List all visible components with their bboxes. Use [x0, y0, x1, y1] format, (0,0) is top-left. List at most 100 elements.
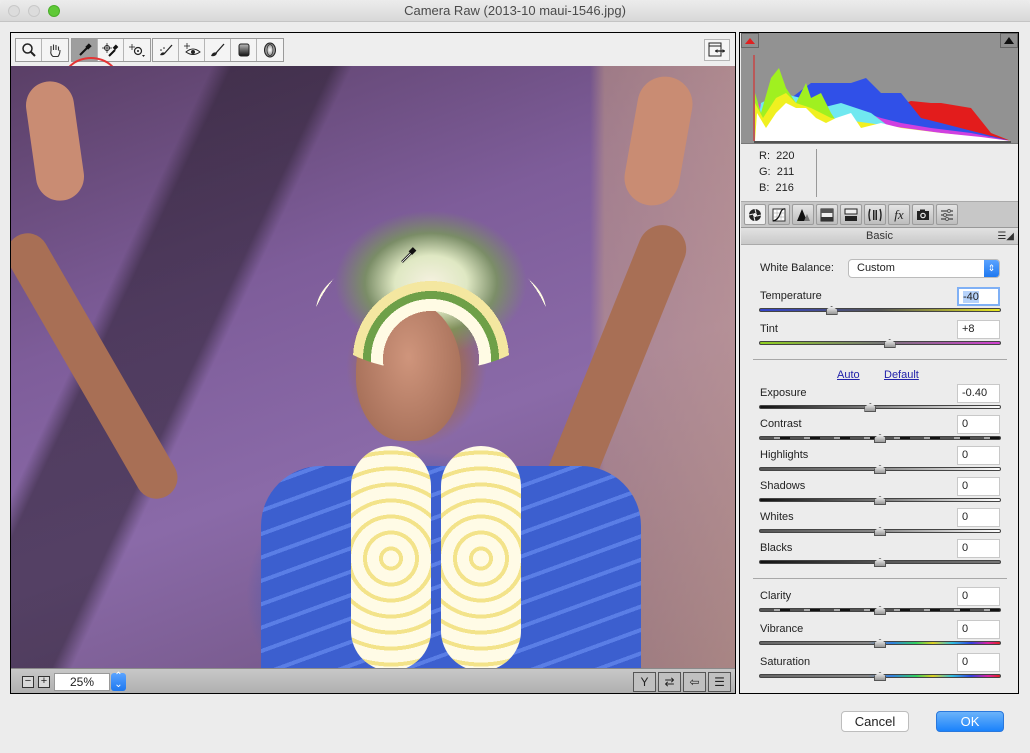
photo-left-forearm: [11, 225, 186, 507]
histogram-graph: [753, 55, 1011, 143]
radial-filter-icon: [264, 42, 276, 58]
white-balance-label: White Balance:: [760, 262, 834, 274]
zoom-level-dropdown[interactable]: ⌃ ⌄: [111, 672, 126, 691]
tool-bar: [11, 33, 735, 66]
before-after-icon: Y: [640, 675, 649, 689]
spot-removal-tool[interactable]: [153, 39, 179, 61]
target-adjust-icon: [129, 44, 145, 57]
photo-lei-right: [441, 446, 521, 668]
copy-after-to-before-button[interactable]: ⇦: [683, 672, 706, 692]
photo-preview[interactable]: [11, 66, 735, 668]
temperature-field[interactable]: -40: [957, 287, 1000, 306]
targeted-adjustment-tool[interactable]: [124, 39, 150, 61]
saturation-field[interactable]: 0: [957, 653, 1000, 672]
vibrance-field[interactable]: 0: [957, 620, 1000, 639]
saturation-label: Saturation: [760, 656, 811, 668]
whites-field[interactable]: 0: [957, 508, 1000, 527]
clarity-field[interactable]: 0: [957, 587, 1000, 606]
tab-camera-calibration[interactable]: [912, 204, 934, 225]
red-eye-tool[interactable]: [179, 39, 205, 61]
before-after-view-button[interactable]: Y: [633, 672, 656, 692]
camera-raw-window: Camera Raw (2013-10 maui-1546.jpg) − + 2…: [0, 0, 1030, 753]
tone-curve-icon: [772, 207, 786, 222]
zoom-in-button[interactable]: +: [38, 676, 50, 688]
view-mode-tools: Y ⇄ ⇦ ☰: [631, 672, 731, 692]
cancel-button[interactable]: Cancel: [841, 711, 909, 732]
title-bar: Camera Raw (2013-10 maui-1546.jpg): [0, 0, 1030, 22]
fx-icon: fx: [894, 206, 904, 222]
tint-slider-track[interactable]: [759, 341, 1001, 345]
blue-readout: B: 216: [759, 182, 794, 194]
close-window-button[interactable]: [8, 5, 20, 17]
vibrance-label: Vibrance: [760, 623, 804, 635]
zoom-window-button[interactable]: [48, 5, 60, 17]
tab-detail[interactable]: [792, 204, 814, 225]
sliders-icon: ☰: [714, 675, 725, 689]
contrast-label: Contrast: [760, 418, 802, 430]
temperature-slider-track[interactable]: [759, 308, 1001, 312]
tab-split-toning[interactable]: [840, 204, 862, 225]
white-balance-select[interactable]: Custom ⇕: [848, 259, 1000, 278]
green-readout: G: 211: [759, 166, 795, 178]
contrast-field[interactable]: 0: [957, 415, 1000, 434]
exposure-field[interactable]: -0.40: [957, 384, 1000, 403]
tool-group-retouch: [152, 38, 284, 62]
tab-tone-curve[interactable]: [768, 204, 790, 225]
tab-hsl-grayscale[interactable]: [816, 204, 838, 225]
panel-menu-icon[interactable]: ☰◢: [997, 228, 1014, 245]
blacks-field[interactable]: 0: [957, 539, 1000, 558]
tab-effects[interactable]: fx: [888, 204, 910, 225]
ok-button[interactable]: OK: [936, 711, 1004, 732]
tab-presets[interactable]: [936, 204, 958, 225]
toggle-settings-button[interactable]: ☰: [708, 672, 731, 692]
hand-tool[interactable]: [42, 39, 68, 61]
exposure-label: Exposure: [760, 387, 807, 399]
color-sampler-tool[interactable]: [98, 39, 124, 61]
exposure-slider-track[interactable]: [759, 405, 1001, 409]
presets-sliders-icon: [941, 208, 953, 221]
eyedropper-cursor-icon: [401, 247, 417, 263]
default-link[interactable]: Default: [884, 369, 919, 381]
preview-pane: − + 25% ⌃ ⌄ Y ⇄ ⇦ ☰: [10, 32, 736, 694]
zoom-level-field[interactable]: 25%: [54, 673, 110, 691]
photo-right-arm: [620, 72, 697, 210]
tab-basic[interactable]: [744, 204, 766, 225]
tool-group-color: [71, 38, 151, 62]
eyedropper-icon: [78, 43, 92, 56]
graduated-filter-tool[interactable]: [231, 39, 257, 61]
whites-label: Whites: [760, 511, 794, 523]
minimize-window-button[interactable]: [28, 5, 40, 17]
readout-divider: [816, 149, 817, 197]
section-divider: [753, 359, 1007, 360]
zoom-out-button[interactable]: −: [22, 676, 34, 688]
adjustment-brush-tool[interactable]: [205, 39, 231, 61]
photo-left-arm: [22, 78, 88, 204]
panel-title: Basic: [866, 230, 893, 242]
aperture-icon: [748, 208, 762, 221]
section-divider: [753, 578, 1007, 579]
highlights-field[interactable]: 0: [957, 446, 1000, 465]
window-title: Camera Raw (2013-10 maui-1546.jpg): [404, 3, 626, 18]
hand-icon: [50, 44, 61, 58]
auto-link[interactable]: Auto: [837, 369, 860, 381]
shadows-field[interactable]: 0: [957, 477, 1000, 496]
toggle-fullscreen-button[interactable]: [704, 39, 730, 61]
histogram: [741, 33, 1018, 144]
tab-lens-corrections[interactable]: [864, 204, 886, 225]
color-sampler-icon: [101, 43, 118, 57]
tint-field[interactable]: +8: [957, 320, 1000, 339]
panel-tabs: fx: [741, 201, 1018, 227]
photo-flower-crown: [316, 251, 546, 371]
camera-icon: [917, 209, 929, 220]
white-balance-tool[interactable]: [72, 39, 98, 61]
swap-before-after-button[interactable]: ⇄: [658, 672, 681, 692]
adjustments-pane: R: 220 G: 211 B: 216 fx Basic ☰◢ White B…: [739, 32, 1019, 694]
radial-filter-tool[interactable]: [257, 39, 283, 61]
hsl-icon: [820, 208, 834, 221]
chevron-up-down-icon: ⇕: [984, 260, 999, 277]
red-readout: R: 220: [759, 150, 795, 162]
magnifier-icon: [21, 43, 36, 57]
zoom-tool[interactable]: [16, 39, 42, 61]
graduated-filter-icon: [238, 43, 249, 57]
clarity-label: Clarity: [760, 590, 792, 602]
